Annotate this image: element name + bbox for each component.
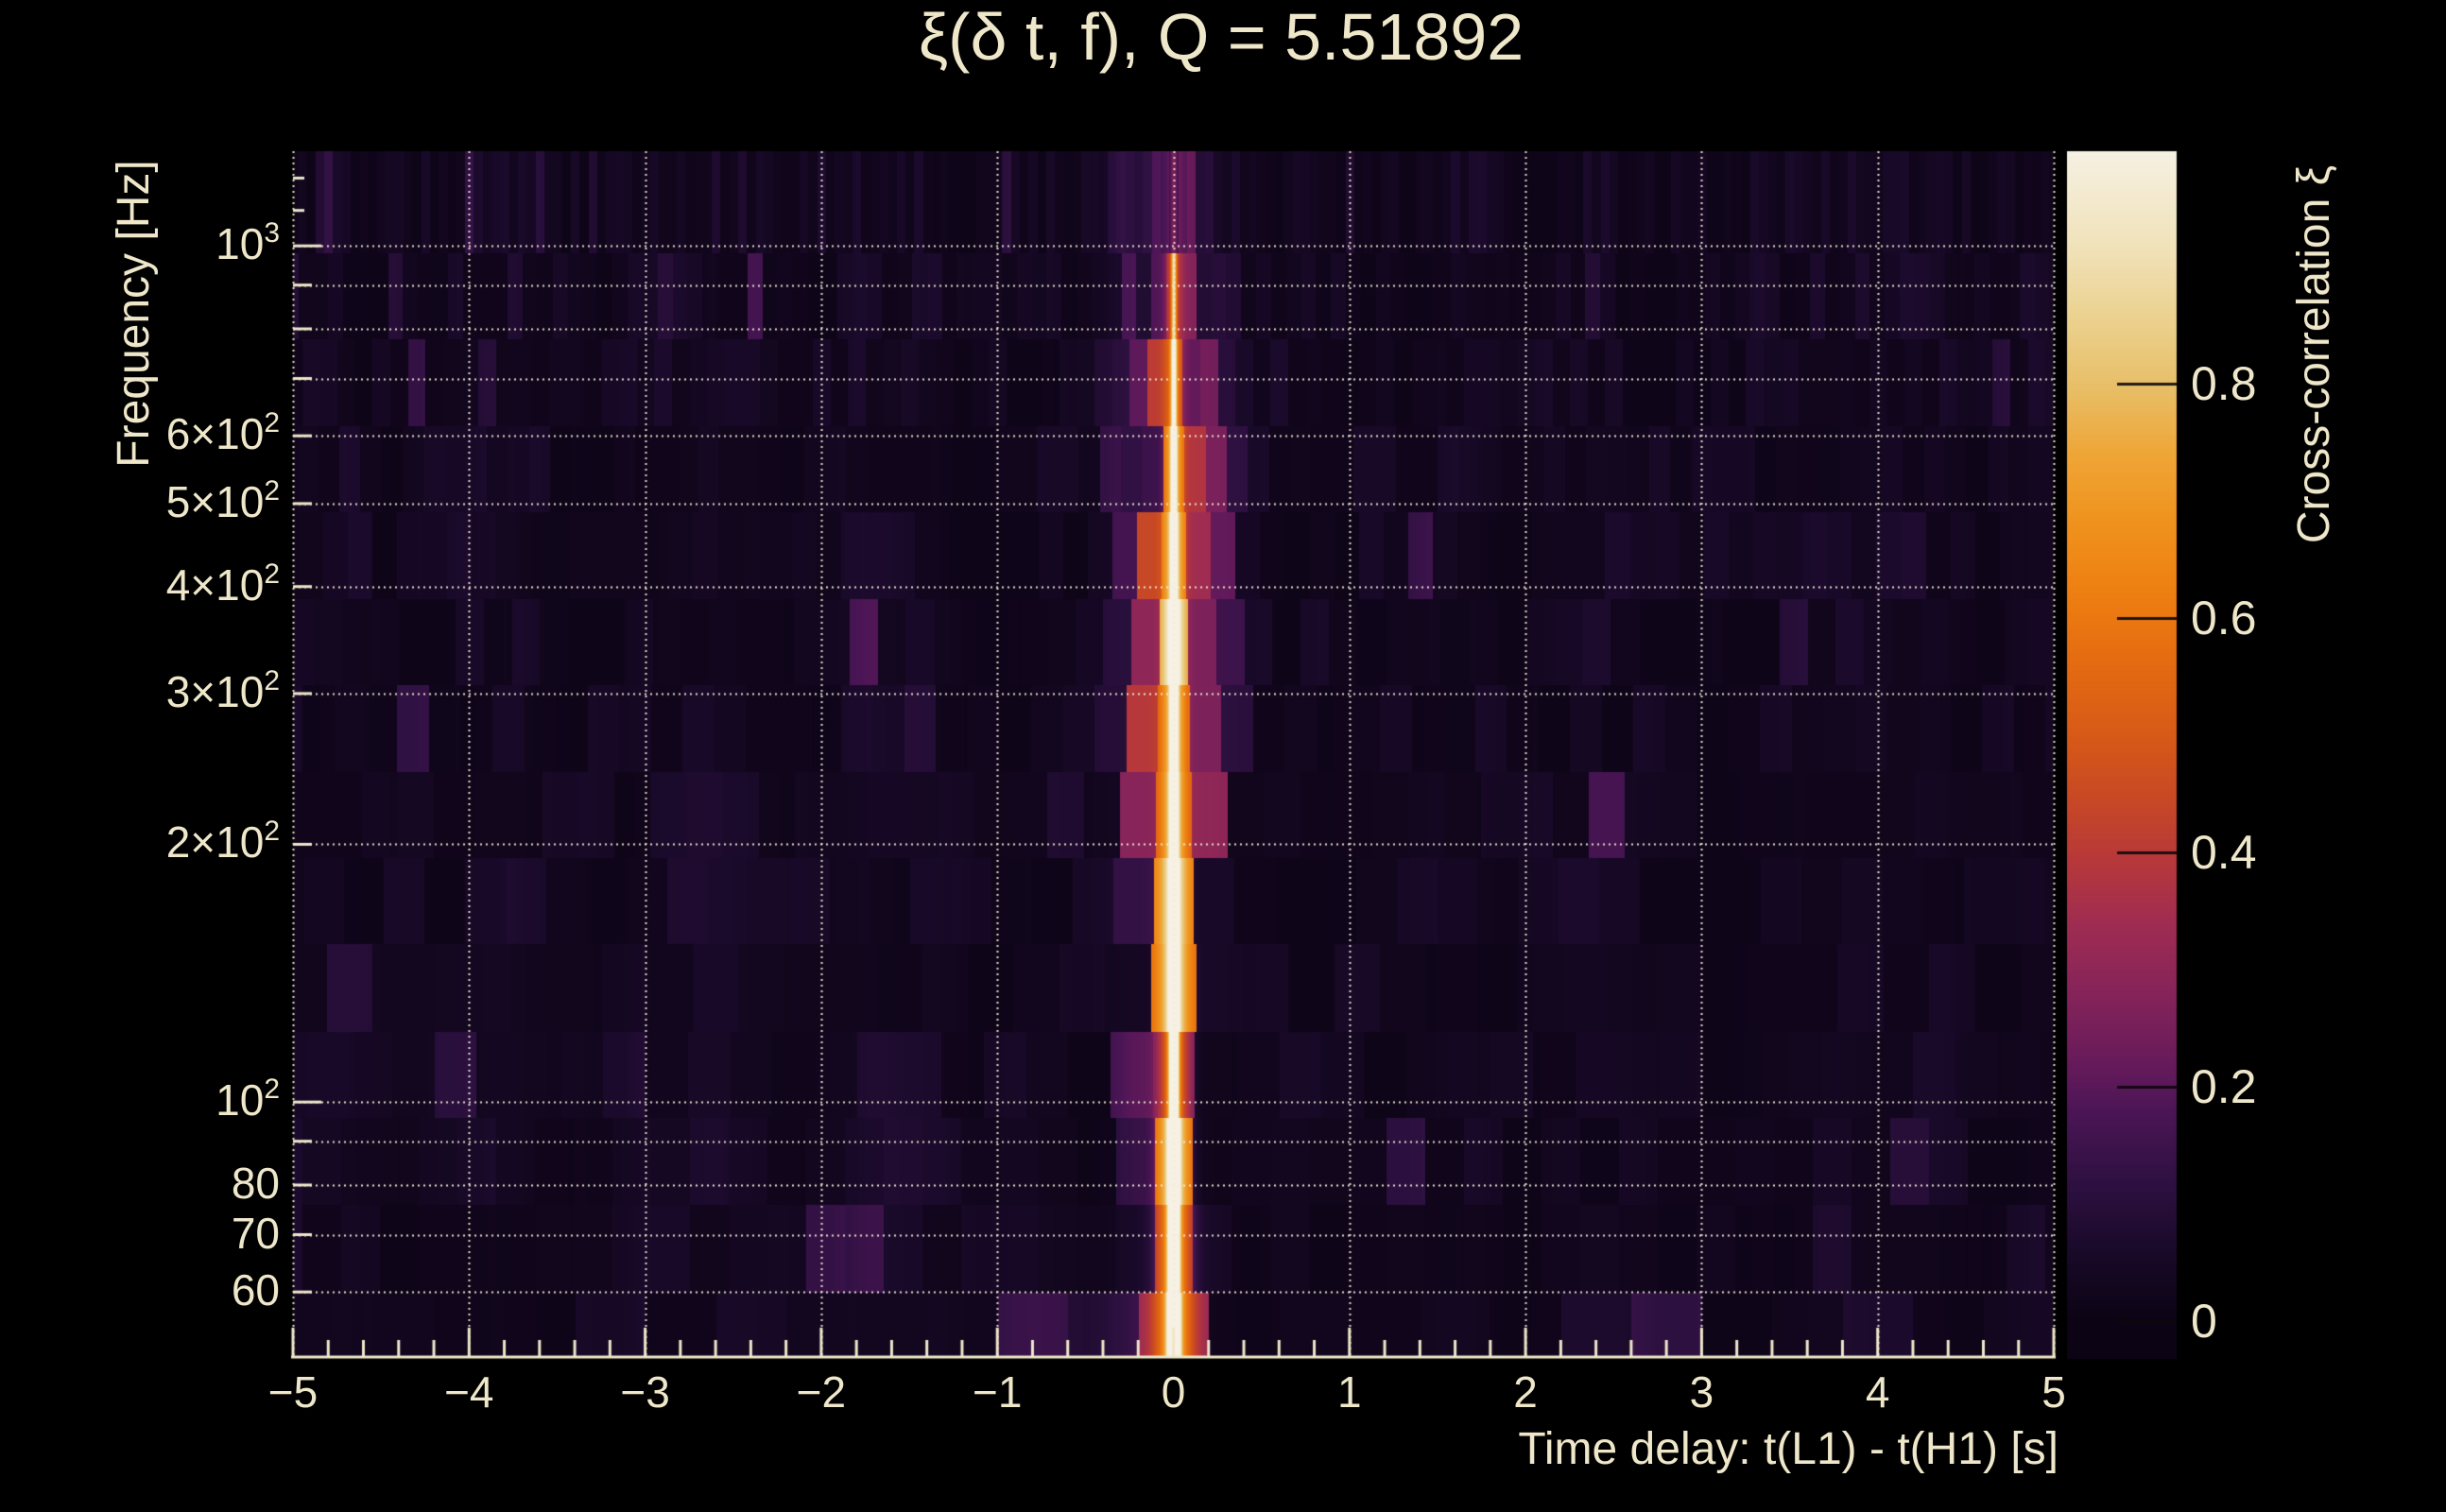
y-tick-label: 102 <box>215 1074 280 1125</box>
x-tick-label: 4 <box>1865 1367 1890 1417</box>
x-tick-label: −3 <box>620 1367 670 1417</box>
x-tick-label: 1 <box>1337 1367 1362 1417</box>
colorbar-tick-label: 0.6 <box>2191 592 2257 644</box>
y-tick-label: 3×102 <box>165 664 280 716</box>
y-tick-label: 2×102 <box>165 816 280 868</box>
plot-title: ξ(δ t, f), Q = 5.51892 <box>918 0 1524 74</box>
x-tick-label: 5 <box>2041 1367 2066 1417</box>
x-axis-title: Time delay: t(L1) - t(H1) [s] <box>1518 1424 2058 1474</box>
x-tick-label: −1 <box>972 1367 1023 1417</box>
qscan-cross-correlation-figure: ξ(δ t, f), Q = 5.51892 Frequency [Hz] Ti… <box>0 0 2446 1512</box>
colorbar-tick-label: 0.2 <box>2191 1060 2257 1113</box>
x-tick-label: 3 <box>1689 1367 1714 1417</box>
y-tick-label: 5×102 <box>165 474 280 526</box>
colorbar-tick-label: 0 <box>2191 1295 2217 1348</box>
colorbar-title: Cross-correlation ξ <box>2289 164 2339 544</box>
y-tick-label: 60 <box>231 1265 280 1315</box>
y-tick-label: 6×102 <box>165 407 280 459</box>
y-tick-label: 4×102 <box>165 558 280 610</box>
x-tick-label: 0 <box>1161 1367 1186 1417</box>
colorbar-tick-label: 0.4 <box>2191 826 2257 879</box>
x-tick-label: 2 <box>1513 1367 1538 1417</box>
y-tick-label: 103 <box>215 217 280 269</box>
heatmap-canvas <box>0 0 2446 1512</box>
x-tick-label: −5 <box>267 1367 319 1417</box>
y-tick-label: 70 <box>231 1208 280 1258</box>
y-axis-title: Frequency [Hz] <box>109 160 159 468</box>
x-tick-label: −4 <box>444 1367 494 1417</box>
colorbar-tick-label: 0.8 <box>2191 357 2257 410</box>
y-tick-label: 80 <box>231 1158 280 1208</box>
x-tick-label: −2 <box>796 1367 847 1417</box>
